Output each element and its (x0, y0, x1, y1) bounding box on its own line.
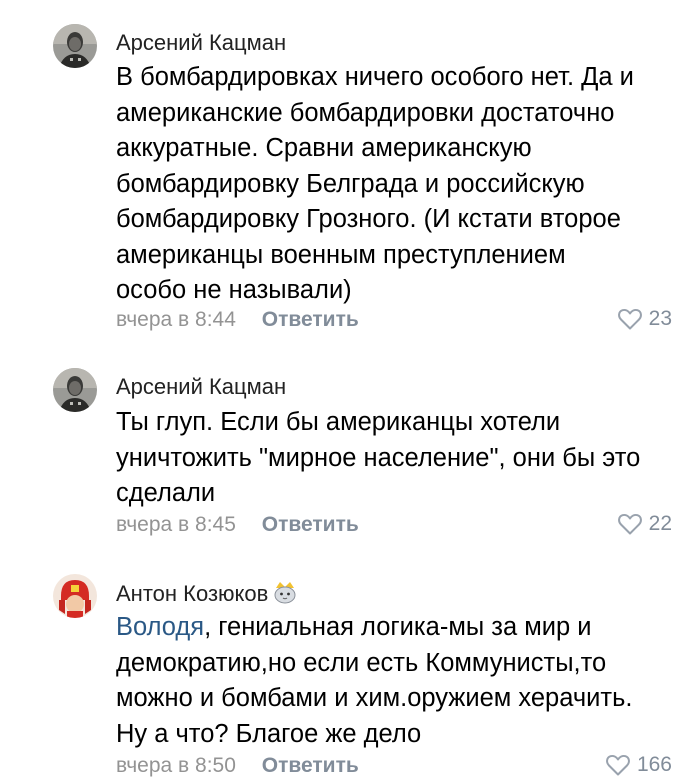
comment-text-line: уничтожить "мирное население", они бы эт… (116, 443, 641, 472)
comment-author-name[interactable]: Антон Козюков (116, 581, 268, 606)
comment-text-line: бомбардировку Грозного. (И кстати второе (116, 205, 621, 233)
like-button[interactable]: 22 (617, 512, 672, 536)
like-count: 23 (648, 307, 672, 330)
comment-text: Ты глуп. Если бы американцы хотели уничт… (116, 405, 691, 512)
comment-text-line: демократию,но если есть Коммунисты,то (116, 648, 607, 677)
comment-text-line: американские бомбардировки достаточно (116, 98, 615, 127)
comment-timestamp[interactable]: вчера в 8:50 (116, 754, 236, 777)
comment-meta: вчера в 8:45 Ответить (116, 513, 359, 537)
comment-text: В бомбардировках ничего особого нет. Да … (116, 60, 691, 309)
comment-timestamp[interactable]: вчера в 8:44 (116, 308, 236, 331)
heart-icon (617, 307, 643, 331)
reply-button[interactable]: Ответить (262, 754, 359, 777)
avatar[interactable] (53, 24, 97, 68)
comment-text-line: В бомбардировках ничего особого нет. Да … (116, 63, 634, 91)
comment-text-line: можно и бомбами и хим.оружием херачить. (116, 684, 633, 712)
comment-author[interactable]: Антон Козюков (116, 580, 298, 610)
comment-text-line: особо не называли) (116, 276, 352, 304)
comment-text-line: Володя, гениальная логика-мы за мир и (116, 610, 691, 646)
comment-meta: вчера в 8:50 Ответить (116, 754, 359, 778)
comment-text-line: Ну а что? Благое же дело (116, 719, 422, 748)
heart-icon (617, 512, 643, 536)
comment-text-line: бомбардировку Белграда и российскую (116, 169, 585, 198)
comment-meta: вчера в 8:44 Ответить (116, 308, 359, 332)
avatar[interactable] (53, 368, 97, 412)
comment-author[interactable]: Арсений Кацман (116, 374, 286, 400)
reply-button[interactable]: Ответить (262, 513, 359, 536)
comment-author[interactable]: Арсений Кацман (116, 30, 286, 56)
heart-icon (605, 753, 631, 777)
crown-cat-sticker-icon (272, 580, 298, 610)
comment-text-line: аккуратные. Сравни американскую (116, 134, 532, 162)
like-count: 166 (636, 753, 672, 776)
reply-button[interactable]: Ответить (262, 308, 359, 331)
comment-text-line: американцы военным преступлением (116, 240, 566, 269)
like-button[interactable]: 166 (605, 753, 672, 777)
comment-timestamp[interactable]: вчера в 8:45 (116, 513, 236, 536)
avatar[interactable] (53, 574, 97, 618)
comment-text-line: Ты глуп. Если бы американцы хотели (116, 408, 561, 436)
comment-text-line: сделали (116, 479, 216, 507)
like-button[interactable]: 23 (617, 307, 672, 331)
mention-link[interactable]: Володя (116, 613, 204, 641)
comment-text: Володя, гениальная логика-мы за мир и де… (116, 610, 691, 752)
like-count: 22 (648, 512, 672, 535)
comment-text-fragment: , гениальная логика-мы за мир и (204, 613, 592, 641)
